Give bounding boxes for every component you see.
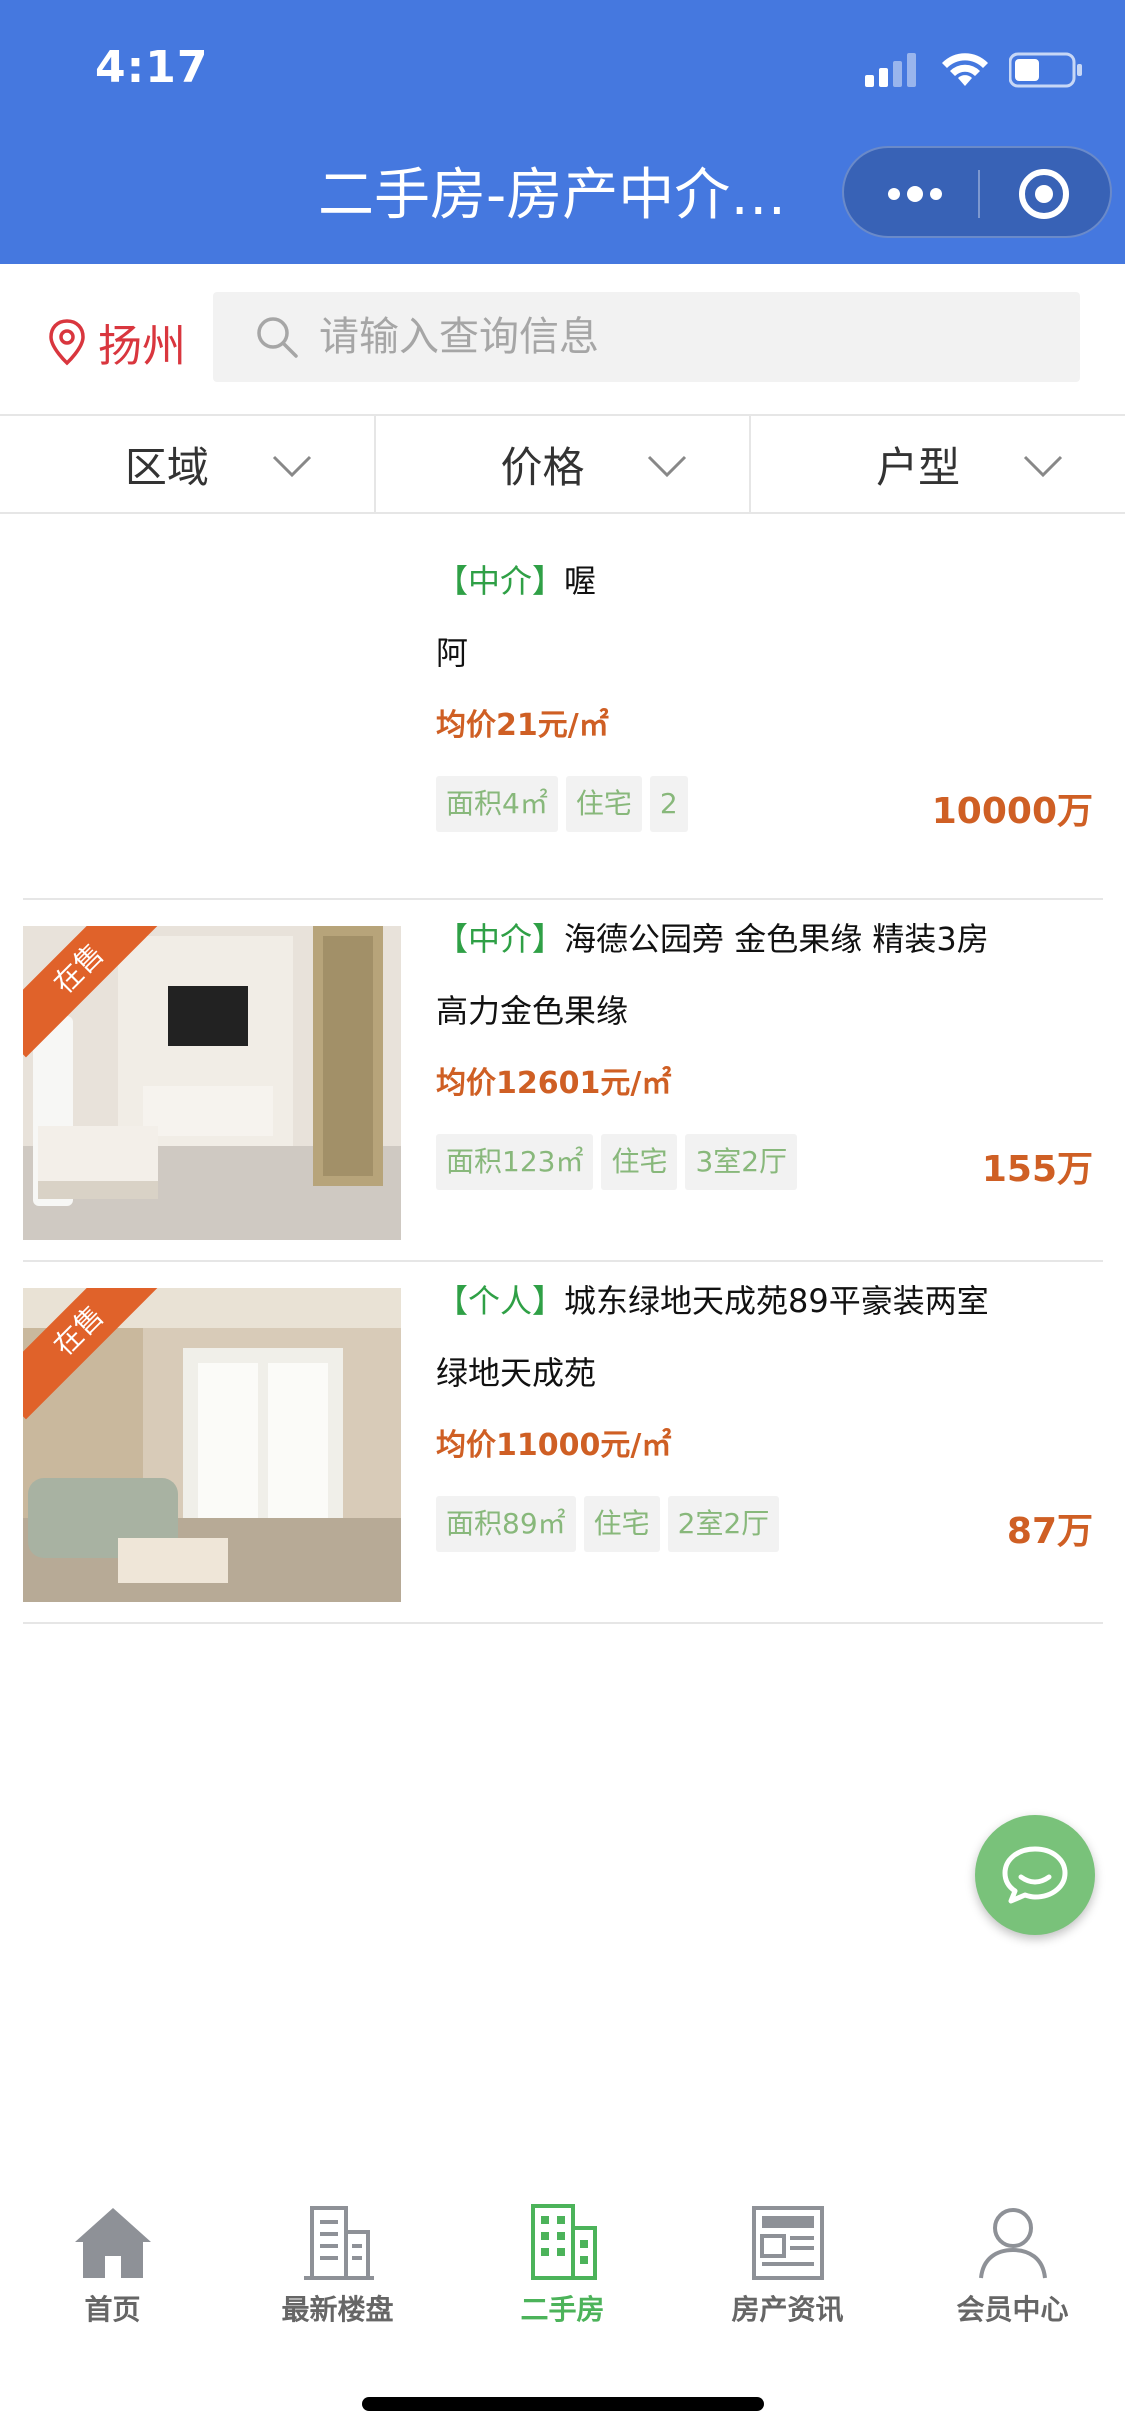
listing-community: 绿地天成苑 — [436, 1354, 597, 1392]
search-input[interactable] — [319, 314, 1079, 360]
listing-title: 喔 — [564, 562, 597, 600]
bottom-tab-bar: 首页 最新楼盘 二手房 房产资讯 会员中心 — [0, 2170, 1125, 2340]
chevron-down-icon — [648, 455, 687, 478]
listing-avg-price: 均价21元/㎡ — [436, 708, 609, 743]
tab-home[interactable]: 首页 — [0, 2170, 225, 2340]
page-title: 二手房-房产中介… — [318, 163, 787, 228]
listing-community: 高力金色果缘 — [436, 992, 629, 1030]
filter-label: 价格 — [500, 442, 585, 492]
filter-label: 区域 — [124, 442, 209, 492]
capsule-divider — [978, 170, 980, 218]
listing-total-price: 155万 — [981, 1149, 1093, 1190]
close-miniprogram-icon[interactable] — [1014, 164, 1074, 224]
building-icon — [303, 2206, 374, 2280]
listing-info: 【中介】喔 阿 均价21元/㎡ 面积4㎡ 住宅 2 10000万 — [436, 514, 1103, 898]
tab-new-projects[interactable]: 最新楼盘 — [225, 2170, 450, 2340]
listing-title-line: 【中介】喔 — [436, 556, 596, 602]
listing-type-tag: 【中介】 — [436, 562, 565, 600]
miniprogram-capsule — [842, 146, 1112, 238]
rooms-chip: 2室2厅 — [667, 1496, 780, 1552]
listing-chips: 面积123㎡ 住宅 3室2厅 — [436, 1134, 798, 1190]
listing-title-line: 【个人】城东绿地天成苑89平豪装两室 — [436, 1276, 989, 1322]
chevron-down-icon — [1023, 455, 1063, 478]
filter-region[interactable]: 区域 — [0, 416, 374, 512]
home-indicator[interactable] — [362, 2397, 764, 2411]
chevron-down-icon — [272, 455, 311, 478]
tab-member-center[interactable]: 会员中心 — [900, 2170, 1125, 2340]
rooms-chip: 2 — [649, 776, 688, 832]
tab-label: 最新楼盘 — [281, 2293, 394, 2326]
search-row: 扬州 — [0, 264, 1125, 414]
city-selector[interactable]: 扬州 — [48, 312, 186, 372]
user-icon — [978, 2208, 1047, 2279]
listing-avg-price: 均价11000元/㎡ — [436, 1428, 672, 1463]
usage-chip: 住宅 — [565, 776, 642, 832]
listing-title-line: 【中介】海德公园旁 金色果缘 精装3房 — [436, 914, 989, 960]
tab-second-hand[interactable]: 二手房 — [450, 2170, 675, 2340]
listing-photo: 在售 — [23, 1288, 401, 1602]
listing-avg-price: 均价12601元/㎡ — [436, 1066, 672, 1101]
app-header: 4:17 二手房-房产中介… — [0, 0, 1125, 264]
listing-type-tag: 【个人】 — [436, 1282, 565, 1320]
listing-info: 【个人】城东绿地天成苑89平豪装两室 绿地天成苑 均价11000元/㎡ 面积89… — [436, 1262, 1103, 1622]
city-name: 扬州 — [98, 321, 186, 372]
status-time: 4:17 — [95, 42, 209, 93]
more-icon[interactable] — [880, 170, 950, 218]
listing-type-tag: 【中介】 — [436, 920, 565, 958]
listing-total-price: 87万 — [1006, 1511, 1093, 1552]
tab-label: 首页 — [84, 2293, 141, 2326]
listing-chips: 面积89㎡ 住宅 2室2厅 — [436, 1496, 780, 1552]
listing-card[interactable]: 在售 【个人】城东绿地天成苑89平豪装两室 绿地天成苑 均价11000元/㎡ 面… — [23, 1262, 1103, 1624]
tab-label: 二手房 — [520, 2293, 605, 2326]
search-icon — [257, 317, 298, 358]
listing-community: 阿 — [436, 634, 469, 672]
listing-title: 海德公园旁 金色果缘 精装3房 — [564, 920, 989, 958]
status-icons — [865, 50, 1083, 90]
battery-icon — [1009, 52, 1082, 88]
usage-chip: 住宅 — [583, 1496, 660, 1552]
area-chip: 面积89㎡ — [436, 1496, 576, 1552]
apartment-icon — [530, 2204, 597, 2280]
filter-bar: 区域 价格 户型 — [0, 414, 1125, 514]
tab-label: 房产资讯 — [731, 2293, 844, 2326]
area-chip: 面积123㎡ — [436, 1134, 594, 1190]
rooms-chip: 3室2厅 — [685, 1134, 798, 1190]
listing-title: 城东绿地天成苑89平豪装两室 — [564, 1282, 989, 1320]
listing-card[interactable]: 在售 【中介】海德公园旁 金色果缘 精装3房 高力金色果缘 均价12601元/㎡… — [23, 900, 1103, 1262]
tab-news[interactable]: 房产资讯 — [675, 2170, 900, 2340]
chat-button[interactable] — [975, 1815, 1095, 1935]
home-icon — [74, 2208, 151, 2278]
wifi-icon — [942, 53, 988, 86]
listing-card[interactable]: 【中介】喔 阿 均价21元/㎡ 面积4㎡ 住宅 2 10000万 — [23, 514, 1103, 900]
filter-price[interactable]: 价格 — [373, 416, 750, 512]
signal-icon — [865, 53, 916, 87]
location-pin-icon — [49, 319, 85, 366]
listing-info: 【中介】海德公园旁 金色果缘 精装3房 高力金色果缘 均价12601元/㎡ 面积… — [436, 900, 1103, 1260]
tab-label: 会员中心 — [956, 2293, 1069, 2326]
listing-chips: 面积4㎡ 住宅 2 — [436, 776, 688, 832]
filter-label: 户型 — [876, 442, 961, 492]
filter-layout[interactable]: 户型 — [749, 416, 1125, 512]
usage-chip: 住宅 — [601, 1134, 678, 1190]
news-icon — [751, 2206, 824, 2280]
listing-total-price: 10000万 — [931, 791, 1093, 832]
chat-icon — [1002, 1846, 1068, 1904]
listing-photo: 在售 — [23, 926, 401, 1240]
search-box[interactable] — [213, 292, 1080, 382]
area-chip: 面积4㎡ — [436, 776, 558, 832]
